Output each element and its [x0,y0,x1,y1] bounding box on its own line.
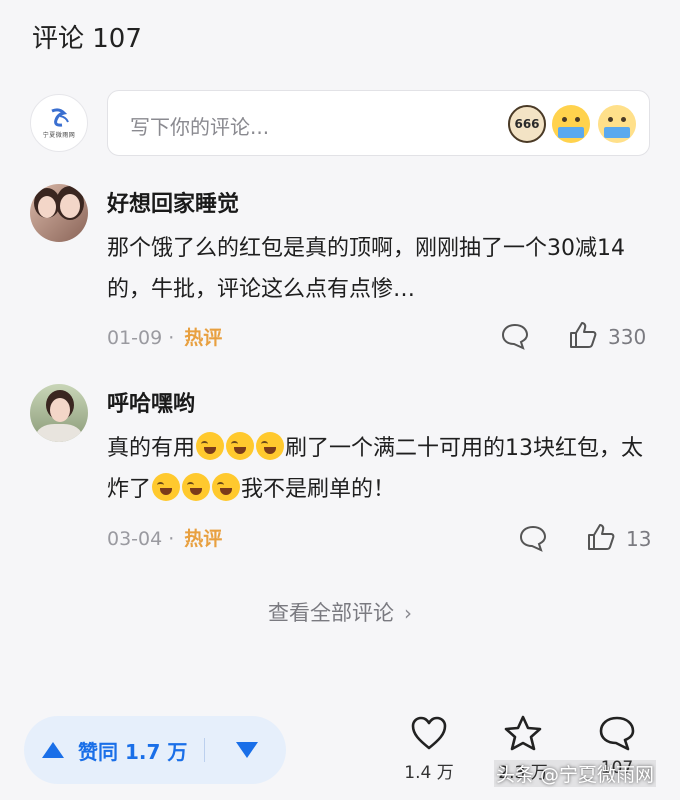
upvote-arrow-icon [42,742,64,758]
user-avatar[interactable] [30,184,88,242]
upvote-label: 赞同 1.7 万 [78,739,188,764]
laughing-crying-emoji-icon [256,432,285,460]
laughing-crying-emoji-icon [226,432,255,460]
reply-icon[interactable] [518,524,548,552]
laughing-crying-emoji-icon [182,473,211,501]
comment-text: 真的有用 刷了一个满二十可用的13块红包，太炸了 我不是刷单的！ [107,428,652,510]
like-icon[interactable] [586,522,616,552]
downvote-button[interactable] [222,716,272,784]
laughing-crying-emoji-icon [196,432,225,460]
sticker-666[interactable]: 666 [508,105,546,143]
favorite-count: 1.4 万 [404,763,454,783]
like-count: 13 [626,527,652,551]
meta-separator: · [168,528,175,550]
view-all-label: 查看全部评论 [268,601,394,625]
comment-bubble-icon [599,716,635,751]
meta-separator: · [168,327,175,349]
comment-date: 01-09 [107,327,163,349]
view-all-comments-link[interactable]: 查看全部评论 › [0,597,680,627]
watermark: 头条 @宁夏微雨网 [493,760,656,787]
self-avatar-text: 宁夏微雨网 [42,131,76,139]
user-avatar[interactable] [30,384,88,442]
comments-header: 评论 107 [32,24,142,54]
heart-icon [411,716,447,750]
comment-username[interactable]: 好想回家睡觉 [107,186,239,218]
like-icon[interactable] [568,320,598,350]
comment-username[interactable]: 呼哈嘿哟 [107,386,195,418]
comment-text: 那个饿了么的红包是真的顶啊，刚刚抽了一个30减14的，牛批，评论这么点有点惨… [107,236,625,302]
vote-pill: 赞同 1.7 万 [24,716,286,784]
reply-icon[interactable] [500,322,530,350]
hot-badge: 热评 [184,327,223,349]
sticker-face-1[interactable] [552,105,590,143]
comment-meta: 03-04 · 热评 [107,524,222,551]
comment-meta: 01-09 · 热评 [107,323,222,350]
downvote-arrow-icon [236,742,258,758]
laughing-crying-emoji-icon [152,473,181,501]
compose-row: 宁夏微雨网 写下你的评论... 666 [30,90,650,156]
favorite-button[interactable]: 1.4 万 [394,714,464,783]
comment-input-placeholder: 写下你的评论... [130,115,270,139]
self-avatar[interactable]: 宁夏微雨网 [30,94,88,152]
logo-icon [51,107,69,127]
chevron-right-icon: › [404,601,412,625]
like-count: 330 [608,325,647,349]
comment-input[interactable]: 写下你的评论... 666 [107,90,650,156]
sticker-face-2[interactable] [598,105,636,143]
vote-divider [204,738,205,762]
star-icon [504,715,542,751]
comment-text-part: 我不是刷单的！ [241,477,396,502]
hot-badge: 热评 [184,528,223,550]
comment-date: 03-04 [107,528,163,550]
comment-text-part: 真的有用 [107,436,196,461]
upvote-button[interactable]: 赞同 1.7 万 [36,716,187,784]
laughing-crying-emoji-icon [212,473,241,501]
